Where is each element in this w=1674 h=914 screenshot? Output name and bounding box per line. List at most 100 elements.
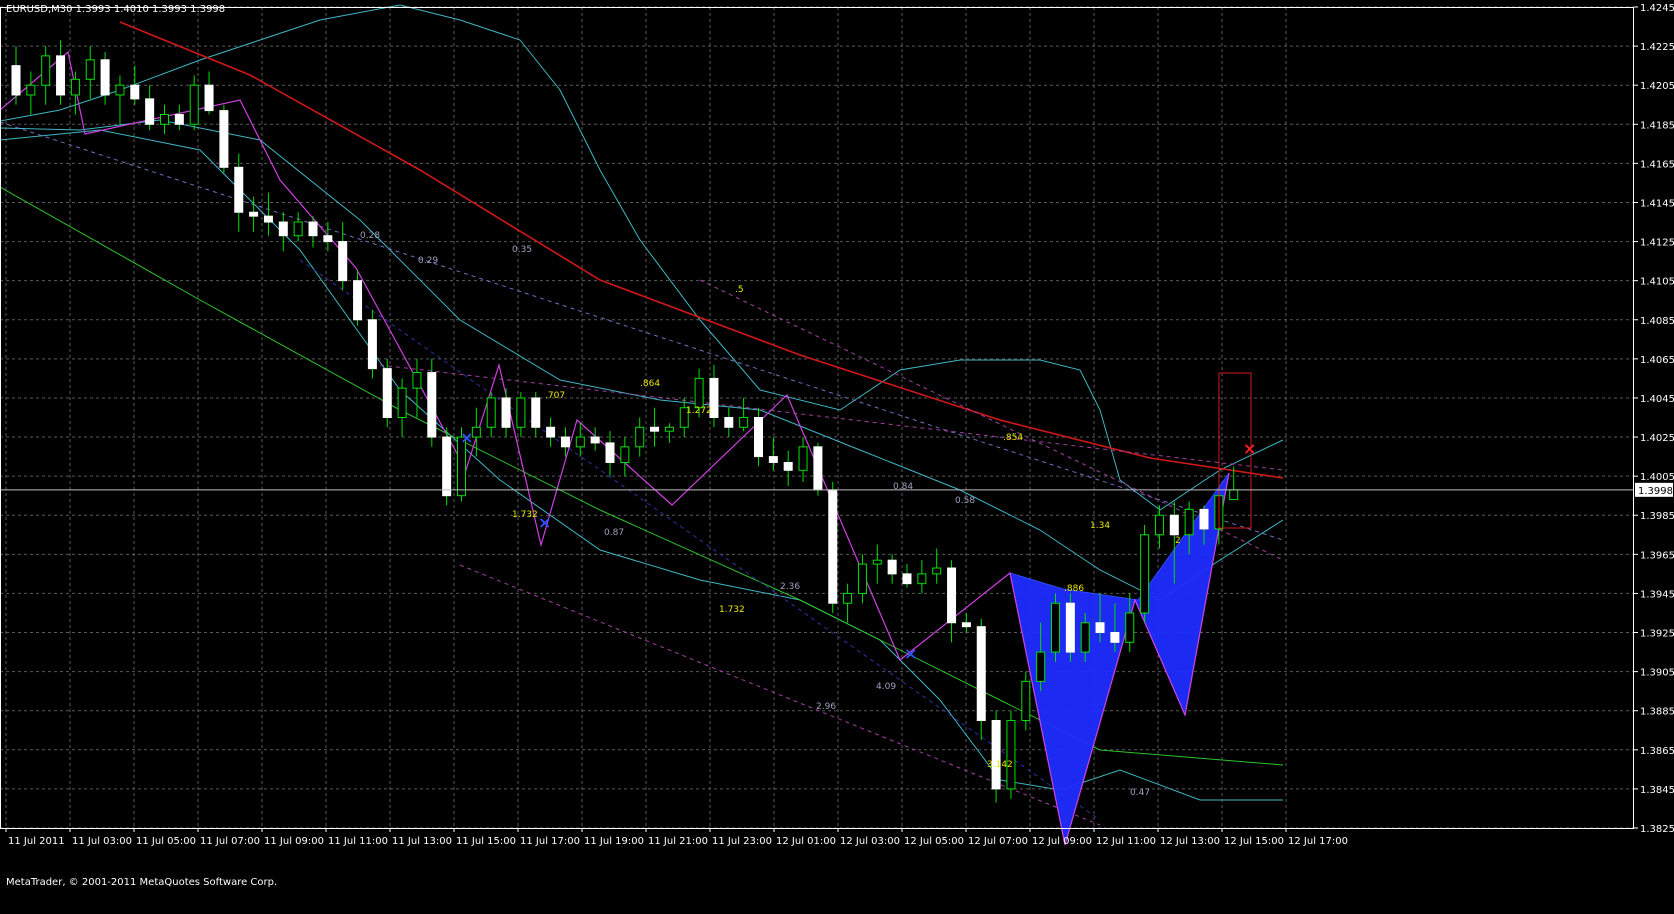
candle-body: [42, 56, 50, 85]
channel-line: [300, 260, 1100, 820]
candle-body: [264, 216, 272, 222]
candle-body: [829, 490, 837, 603]
x-tick-label: 11 Jul 13:00: [392, 836, 452, 847]
candle-body: [1007, 720, 1015, 788]
candle-body: [1111, 633, 1119, 643]
ratio-label: 0.35: [512, 245, 532, 255]
candle-body: [86, 60, 94, 80]
ratio-label: 2: [1175, 536, 1181, 546]
current-price-label: 1.3998: [1638, 486, 1673, 497]
candle-body: [517, 398, 525, 427]
ratio-label: .5: [735, 285, 744, 295]
candle-body: [339, 242, 347, 281]
chart-area[interactable]: 0.280.290.35.5.8641.272.7071.7320.870.84…: [0, 0, 1674, 910]
y-tick-label: 1.4045: [1640, 394, 1674, 405]
x-tick-label: 12 Jul 11:00: [1096, 836, 1156, 847]
x-tick-label: 11 Jul 05:00: [136, 836, 196, 847]
candle-body: [1081, 623, 1089, 652]
y-tick-label: 1.4065: [1640, 355, 1674, 366]
channel-line: [700, 280, 1283, 560]
y-tick-label: 1.4225: [1640, 42, 1674, 53]
candle-body: [948, 568, 956, 623]
candle-body: [309, 222, 317, 236]
x-tick-label: 12 Jul 09:00: [1032, 836, 1092, 847]
x-tick-label: 11 Jul 09:00: [264, 836, 324, 847]
x-tick-label: 12 Jul 17:00: [1288, 836, 1348, 847]
x-tick-label: 12 Jul 05:00: [904, 836, 964, 847]
candle-body: [547, 427, 555, 437]
x-tick-label: 12 Jul 03:00: [840, 836, 900, 847]
x-tick-label: 11 Jul 19:00: [584, 836, 644, 847]
ratio-label: 0.58: [955, 496, 975, 506]
y-tick-label: 1.3865: [1640, 746, 1674, 757]
y-tick-label: 1.3985: [1640, 511, 1674, 522]
channel-line: [380, 365, 1283, 470]
candle-body: [57, 56, 65, 95]
y-tick-label: 1.4085: [1640, 316, 1674, 327]
ratio-label: 0.28: [360, 231, 380, 241]
y-tick-label: 1.4105: [1640, 277, 1674, 288]
candle-body: [933, 568, 941, 574]
candle-body: [12, 66, 20, 95]
candle-body: [858, 564, 866, 593]
x-tick-label: 12 Jul 15:00: [1224, 836, 1284, 847]
candle-body: [799, 447, 807, 470]
candle-body: [1022, 681, 1030, 720]
candle-body: [561, 437, 569, 447]
candle-body: [1170, 515, 1178, 535]
candle-body: [576, 437, 584, 447]
candle-body: [651, 427, 659, 431]
candle-body: [383, 369, 391, 418]
copyright-text: MetaTrader, © 2001-2011 MetaQuotes Softw…: [6, 877, 277, 888]
candle-body: [205, 85, 213, 110]
y-tick-label: 1.3845: [1640, 785, 1674, 796]
y-tick-label: 1.4025: [1640, 433, 1674, 444]
ratio-label: 0.29: [418, 256, 438, 266]
y-tick-label: 1.4005: [1640, 472, 1674, 483]
candle-body: [740, 418, 748, 428]
x-tick-label: 12 Jul 01:00: [776, 836, 836, 847]
y-tick-label: 1.3905: [1640, 668, 1674, 679]
ratio-label: 2.36: [780, 582, 800, 592]
y-tick-label: 1.3885: [1640, 707, 1674, 718]
ratio-label: 0.47: [1130, 788, 1150, 798]
y-tick-label: 1.3965: [1640, 550, 1674, 561]
ratio-label: 4.09: [876, 682, 896, 692]
candle-body: [591, 437, 599, 443]
candle-body: [977, 627, 985, 721]
ratio-label: 1.732: [719, 605, 745, 615]
ratio-label: .707: [545, 391, 565, 401]
candle-body: [873, 560, 881, 564]
price-chart[interactable]: 0.280.290.35.5.8641.272.7071.7320.870.84…: [0, 0, 1674, 910]
candle-body: [116, 85, 124, 95]
x-tick-label: 12 Jul 07:00: [968, 836, 1028, 847]
candle-body: [71, 79, 79, 95]
y-tick-label: 1.4185: [1640, 120, 1674, 131]
ratio-label: 1.34: [1090, 521, 1110, 531]
candle-body: [443, 437, 451, 496]
ratio-label: .886: [1064, 584, 1084, 594]
candle-body: [220, 111, 228, 168]
candle-body: [428, 373, 436, 438]
candle-body: [175, 115, 183, 125]
candle-body: [725, 418, 733, 428]
candle-body: [502, 398, 510, 427]
signal-markers: ××××: [460, 373, 1256, 663]
candle-body: [368, 320, 376, 369]
cross-marker: ×: [538, 513, 551, 532]
candle-body: [888, 560, 896, 574]
candle-body: [1066, 603, 1074, 652]
y-tick-label: 1.3925: [1640, 629, 1674, 640]
candle-body: [992, 720, 1000, 788]
candle-body: [146, 99, 154, 124]
candle-body: [769, 457, 777, 463]
candle-body: [1126, 613, 1134, 642]
candle-body: [413, 373, 421, 389]
ratio-label: .864: [640, 379, 660, 389]
cross-marker: ×: [904, 644, 917, 663]
candle-body: [1155, 515, 1163, 535]
y-tick-label: 1.4125: [1640, 238, 1674, 249]
candle-body: [250, 212, 258, 216]
candle-body: [665, 427, 673, 431]
candle-body: [695, 378, 703, 407]
